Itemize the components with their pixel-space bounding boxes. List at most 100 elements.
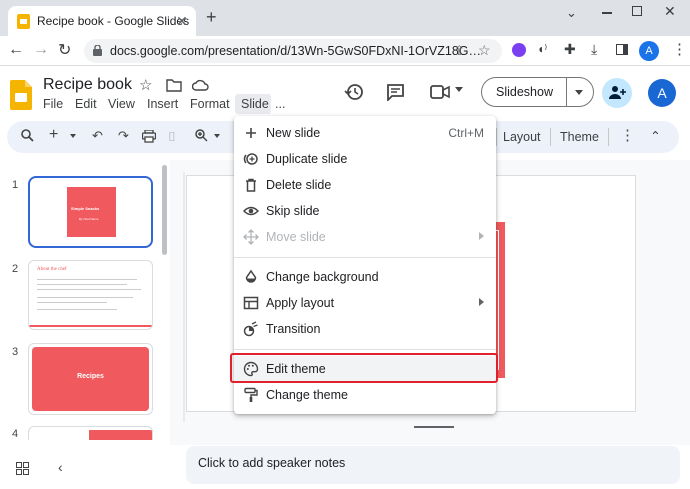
maximize-icon[interactable] <box>632 6 642 16</box>
menu-item-apply-layout[interactable]: Apply layout <box>234 290 496 316</box>
toolbar-divider <box>608 128 609 146</box>
theme-button[interactable]: Theme <box>560 130 599 144</box>
chevron-down-icon[interactable]: ⌄ <box>566 5 577 21</box>
menu-item-transition[interactable]: Transition <box>234 316 496 342</box>
side-panel-icon[interactable] <box>616 44 628 55</box>
menu-item-change-theme[interactable]: Change theme <box>234 382 496 408</box>
tab-title: Recipe book - Google Slides <box>37 14 190 28</box>
slides-favicon-icon <box>17 14 30 29</box>
undo-icon[interactable]: ↶ <box>92 128 103 144</box>
browser-tab[interactable]: Recipe book - Google Slides ✕ <box>8 6 196 36</box>
comments-icon[interactable] <box>386 83 405 101</box>
slideshow-button[interactable]: Slideshow <box>481 77 594 107</box>
reload-icon[interactable]: ↻ <box>58 40 71 60</box>
toolbar-divider <box>550 128 551 146</box>
menu-item-skip-slide[interactable]: Skip slide <box>234 198 496 224</box>
close-tab-icon[interactable]: ✕ <box>176 13 188 30</box>
version-history-icon[interactable] <box>344 82 364 102</box>
collapse-filmstrip-icon[interactable]: ‹ <box>58 459 63 475</box>
user-avatar[interactable]: A <box>648 79 676 107</box>
menu-view[interactable]: View <box>108 97 135 111</box>
back-icon[interactable]: ← <box>8 41 24 59</box>
lock-icon <box>93 45 102 56</box>
grid-view-icon[interactable] <box>16 462 29 475</box>
menu-edit[interactable]: Edit <box>75 97 97 111</box>
slide-thumbnail-3[interactable]: Recipes <box>28 343 153 415</box>
menu-item-label: Apply layout <box>266 296 335 310</box>
add-person-icon <box>609 85 626 100</box>
zoom-icon[interactable] <box>195 129 208 142</box>
slide-thumbnail-2[interactable]: About the chef <box>28 260 153 330</box>
close-window-icon[interactable]: ✕ <box>664 3 676 20</box>
slideshow-dropdown-icon[interactable] <box>575 90 583 95</box>
thumb-title: Recipes <box>77 373 104 380</box>
menu-item-new-slide[interactable]: New slide Ctrl+M <box>234 120 496 146</box>
meet-camera-icon[interactable] <box>430 85 450 99</box>
speaker-notes-placeholder: Click to add speaker notes <box>198 456 346 470</box>
menu-file[interactable]: File <box>43 97 63 111</box>
url-text: docs.google.com/presentation/d/13Wn-5GwS… <box>110 44 481 58</box>
move-folder-icon[interactable] <box>166 79 182 92</box>
browser-profile-avatar[interactable]: A <box>639 41 659 61</box>
menu-item-move-slide: Move slide <box>234 224 496 250</box>
menu-more[interactable]: ... <box>275 97 285 111</box>
slide-thumbnail-1[interactable]: Simple Snacks By Chef Name <box>28 176 153 248</box>
menu-item-delete-slide[interactable]: Delete slide <box>234 172 496 198</box>
slides-logo-icon[interactable] <box>10 80 32 110</box>
vertical-ruler <box>183 172 185 422</box>
thumb-image-block <box>89 430 152 440</box>
share-button[interactable] <box>602 78 632 108</box>
bookmark-star-icon[interactable]: ☆ <box>478 42 491 59</box>
paint-format-icon[interactable]: ⌷ <box>168 129 176 145</box>
thumb-section-box: Recipes <box>32 347 149 411</box>
menu-item-label: Skip slide <box>266 204 320 218</box>
menu-item-change-background[interactable]: Change background <box>234 264 496 290</box>
filmstrip-scrollbar[interactable] <box>162 165 167 255</box>
more-options-icon[interactable]: ⋮ <box>620 126 635 144</box>
notes-resize-handle[interactable] <box>414 426 454 428</box>
zoom-dropdown-icon[interactable] <box>214 134 220 138</box>
collapse-toolbar-icon[interactable]: ⌄ <box>650 127 661 143</box>
slide-number: 2 <box>12 263 19 275</box>
new-slide-plus-icon[interactable]: + <box>49 126 58 144</box>
menu-format[interactable]: Format <box>190 97 230 111</box>
share-icon[interactable]: ⇪ <box>454 43 465 59</box>
search-menus-icon[interactable] <box>21 129 34 142</box>
omnibox[interactable]: docs.google.com/presentation/d/13Wn-5GwS… <box>84 39 502 63</box>
menu-item-label: Duplicate slide <box>266 152 348 166</box>
menu-separator <box>234 257 496 258</box>
edit-theme-highlight-box <box>230 353 498 383</box>
menu-item-label: Change background <box>266 270 379 284</box>
layout-icon <box>243 295 259 311</box>
extensions-puzzle-icon[interactable]: ✚ <box>564 41 576 58</box>
speaker-notes[interactable]: Click to add speaker notes <box>186 446 680 484</box>
slideshow-label: Slideshow <box>496 85 553 99</box>
download-icon[interactable]: ⤓ <box>591 41 597 58</box>
document-title[interactable]: Recipe book <box>43 76 132 94</box>
print-icon[interactable] <box>142 130 156 143</box>
extension-audio-icon[interactable]: ◖⁾ <box>537 42 547 56</box>
extension-purple-icon[interactable] <box>512 43 526 57</box>
redo-icon[interactable]: ↷ <box>118 128 129 144</box>
slide-number: 4 <box>12 428 19 440</box>
forward-icon[interactable]: → <box>33 41 49 59</box>
thumb-text-line <box>37 289 141 290</box>
layout-button[interactable]: Layout <box>503 130 541 144</box>
menu-insert[interactable]: Insert <box>147 97 178 111</box>
minimize-icon[interactable] <box>602 12 612 14</box>
new-slide-dropdown-icon[interactable] <box>70 134 76 138</box>
toolbar-divider <box>496 128 497 146</box>
menu-item-duplicate-slide[interactable]: Duplicate slide <box>234 146 496 172</box>
menu-slide[interactable]: Slide <box>241 97 269 111</box>
slide-number: 3 <box>12 346 19 358</box>
thumb-title: About the chef <box>37 267 67 272</box>
slide-thumbnail-4[interactable] <box>28 426 153 440</box>
cloud-status-icon[interactable] <box>192 79 209 91</box>
menu-item-shortcut: Ctrl+M <box>448 126 484 140</box>
menu-separator <box>234 349 496 350</box>
meet-dropdown-caret-icon[interactable] <box>455 87 463 92</box>
new-tab-icon[interactable]: + <box>206 7 217 28</box>
thumb-text-line <box>37 279 137 280</box>
browser-menu-icon[interactable]: ⋮ <box>672 40 687 58</box>
star-icon[interactable]: ☆ <box>139 76 152 94</box>
